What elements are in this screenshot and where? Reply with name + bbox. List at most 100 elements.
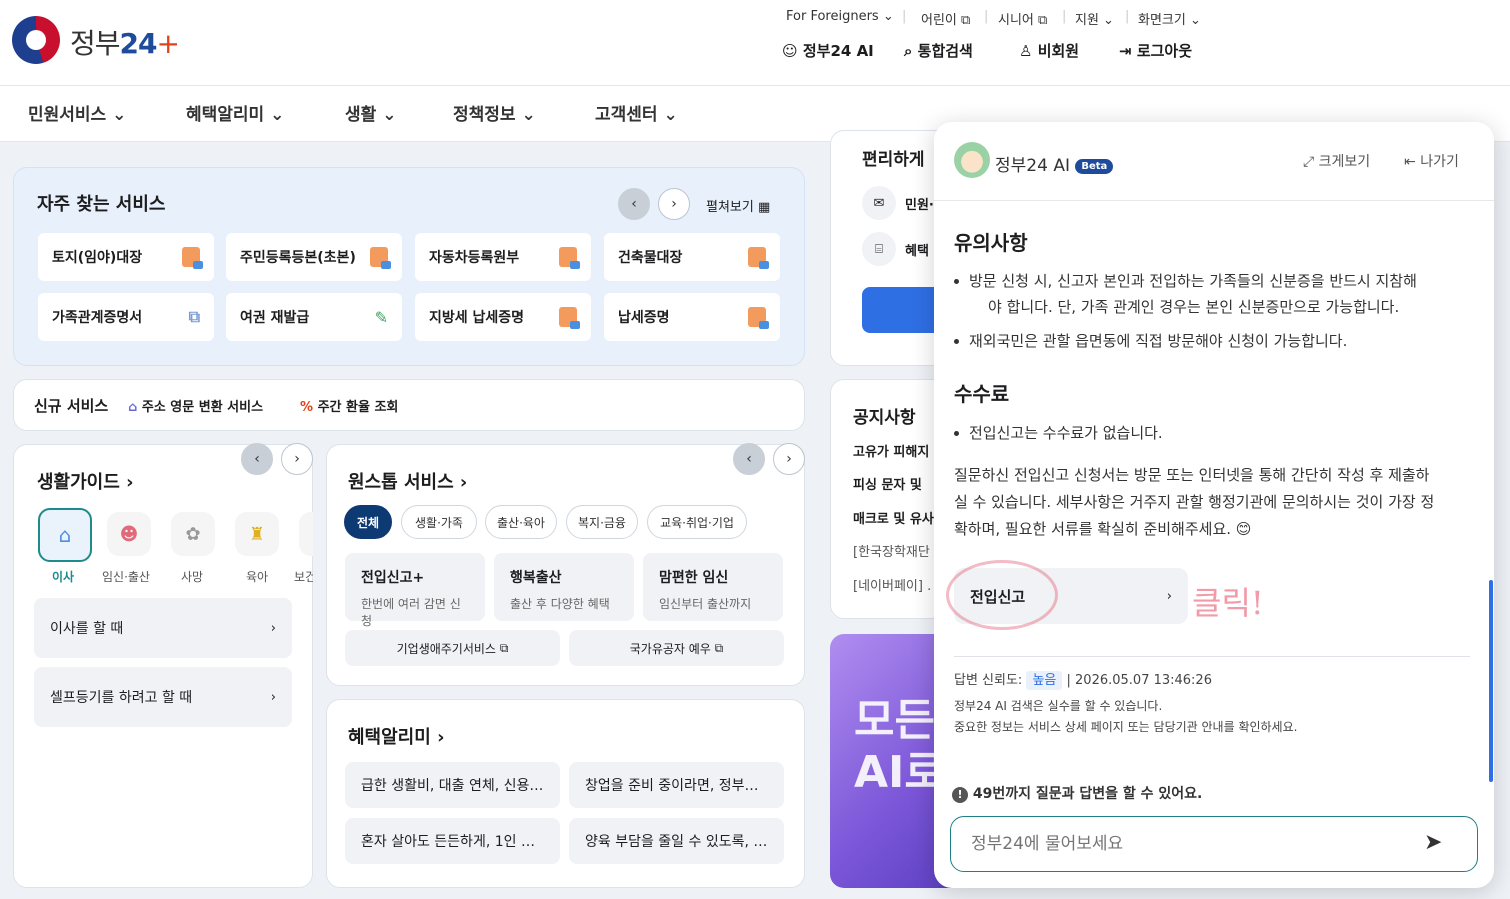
- for-foreigners-link[interactable]: For Foreigners ⌄: [786, 9, 894, 24]
- external-link-icon: ⧉: [499, 640, 509, 655]
- document-icon: [559, 307, 580, 329]
- notice-item[interactable]: 매크로 및 유사: [853, 508, 934, 527]
- service-tile[interactable]: 지방세 납세증명: [415, 293, 591, 341]
- stroller-icon: ♜: [248, 523, 266, 545]
- external-link-icon: ⧉: [188, 307, 200, 326]
- address-english-link[interactable]: ⌂ 주소 영문 변환 서비스: [128, 396, 263, 415]
- benefit-item[interactable]: 창업을 준비 중이라면, 정부…: [569, 762, 784, 808]
- service-tile[interactable]: 토지(임야)대장: [38, 233, 214, 281]
- benefit-item[interactable]: 급한 생활비, 대출 연체, 신용…: [345, 762, 560, 808]
- filter-life-family[interactable]: 생활·가족: [401, 505, 477, 539]
- expand-view-button[interactable]: ⤢ 크게보기: [1303, 151, 1370, 171]
- onestop-card-item[interactable]: 전입신고+ 한번에 여러 감면 신청: [345, 553, 485, 628]
- scrollbar-thumb[interactable]: [1489, 580, 1493, 782]
- guide-item[interactable]: 셀프등기를 하려고 할 때 ›: [34, 667, 292, 727]
- chevron-right-icon: ›: [671, 196, 677, 212]
- gift-icon: ⌸: [862, 232, 896, 266]
- category-label: 사망: [181, 570, 204, 584]
- flower-icon: ✿: [185, 523, 201, 545]
- nav-customer-center[interactable]: 고객센터 ⌄: [595, 100, 678, 125]
- notice-bullet-cont: 야 합니다. 단, 가족 관계인 경우는 본인 신분증만으로 가능합니다.: [988, 298, 1400, 316]
- category-health[interactable]: [299, 512, 313, 556]
- ai-question-input[interactable]: [950, 816, 1478, 872]
- filter-education[interactable]: 교육·취업·기업: [647, 505, 747, 539]
- nav-benefit-alerts[interactable]: 혜택알리미 ⌄: [186, 100, 284, 125]
- info-icon: !: [952, 787, 968, 803]
- fav-next-button[interactable]: ›: [658, 188, 690, 220]
- service-tile[interactable]: 주민등록등본(초본): [226, 233, 402, 281]
- category-pregnancy[interactable]: ☻: [107, 512, 151, 556]
- guide-next-button[interactable]: ›: [281, 443, 313, 475]
- document-icon: [370, 247, 391, 269]
- integrated-search-link[interactable]: ⌕ 통합검색: [904, 40, 973, 61]
- nav-policy-info[interactable]: 정책정보 ⌄: [453, 100, 536, 125]
- chevron-right-icon: ›: [270, 689, 276, 705]
- filter-childbirth[interactable]: 출산·육아: [485, 505, 557, 539]
- service-tile[interactable]: 납세증명: [604, 293, 780, 341]
- veterans-link[interactable]: 국가유공자 예우 ⧉: [569, 630, 784, 666]
- answer-paragraph: 질문하신 전입신고 신청서는 방문 또는 인터넷을 통해 간단히 작성 후 제출…: [954, 466, 1435, 538]
- service-tile[interactable]: 여권 재발급 ✎: [226, 293, 402, 341]
- notice-item[interactable]: [한국장학재단: [853, 541, 930, 560]
- government-logo-icon[interactable]: [12, 16, 60, 64]
- logout-link[interactable]: ⇥ 로그아웃: [1119, 40, 1192, 61]
- onestop-title[interactable]: 원스톱 서비스 ›: [348, 468, 467, 494]
- expand-button[interactable]: 펼쳐보기 ▦: [706, 196, 770, 215]
- reliability-badge: 높음: [1026, 671, 1063, 690]
- notice-item[interactable]: 고유가 피해지: [853, 441, 929, 460]
- exit-button[interactable]: ⇤ 나가기: [1404, 151, 1459, 171]
- divider: |: [1062, 9, 1067, 24]
- guide-prev-button[interactable]: ‹: [241, 443, 273, 475]
- benefit-item[interactable]: 혼자 살아도 든든하게, 1인 …: [345, 818, 560, 864]
- service-tile[interactable]: 자동차등록원부: [415, 233, 591, 281]
- new-services-label: 신규 서비스: [34, 397, 109, 415]
- convenience-item[interactable]: 혜택: [905, 240, 929, 259]
- category-moving[interactable]: ⌂: [38, 508, 92, 562]
- notice-item[interactable]: [네이버페이] .: [853, 575, 931, 594]
- senior-link[interactable]: 시니어 ⧉: [998, 9, 1047, 28]
- business-lifecycle-link[interactable]: 기업생애주기서비스 ⧉: [345, 630, 560, 666]
- click-annotation: 클릭!: [1192, 584, 1264, 622]
- question-limit-notice: ! 49번까지 질문과 답변을 할 수 있어요.: [952, 783, 1202, 803]
- benefit-alert-title[interactable]: 혜택알리미 ›: [348, 723, 445, 749]
- nav-life[interactable]: 생활 ⌄: [345, 100, 396, 125]
- mail-icon: ✉: [862, 186, 896, 220]
- notice-item[interactable]: 피싱 문자 및: [853, 474, 922, 493]
- notice-bullet: 재외국민은 관할 읍면동에 직접 방문해야 신청이 가능합니다.: [954, 327, 1472, 355]
- send-icon[interactable]: ➤: [1424, 830, 1442, 855]
- ai-panel-title: 정부24 AI Beta: [995, 151, 1114, 176]
- onestop-card-item[interactable]: 행복출산 출산 후 다양한 혜택: [494, 553, 634, 621]
- guide-item[interactable]: 이사를 할 때 ›: [34, 598, 292, 658]
- category-label: 이사: [52, 570, 75, 584]
- bullet: [954, 279, 959, 284]
- beta-badge: Beta: [1075, 158, 1114, 174]
- percent-icon: %: [300, 400, 314, 415]
- filter-all[interactable]: 전체: [344, 505, 392, 539]
- life-guide-title[interactable]: 생활가이드 ›: [37, 468, 134, 494]
- onestop-prev-button[interactable]: ‹: [733, 443, 765, 475]
- guest-link[interactable]: ♙ 비회원: [1019, 40, 1079, 61]
- service-tile[interactable]: 건축물대장: [604, 233, 780, 281]
- filter-welfare[interactable]: 복지·금융: [566, 505, 638, 539]
- onestop-next-button[interactable]: ›: [773, 443, 805, 475]
- service-tile[interactable]: 가족관계증명서 ⧉: [38, 293, 214, 341]
- support-menu[interactable]: 지원 ⌄: [1075, 9, 1114, 28]
- screen-size-menu[interactable]: 화면크기 ⌄: [1138, 9, 1201, 28]
- nav-civil-services[interactable]: 민원서비스 ⌄: [28, 100, 126, 125]
- category-death[interactable]: ✿: [171, 512, 215, 556]
- category-childcare[interactable]: ♜: [235, 512, 279, 556]
- fav-prev-button[interactable]: ‹: [618, 188, 650, 220]
- disclaimer: 정부24 AI 검색은 실수를 할 수 있습니다. 중요한 정보는 서비스 상세 …: [954, 699, 1298, 734]
- chevron-left-icon: ‹: [254, 451, 260, 467]
- site-logo[interactable]: 정부24+: [70, 22, 180, 62]
- divider: |: [902, 9, 907, 24]
- gov24-ai-link[interactable]: ☺ 정부24 AI: [782, 40, 874, 61]
- grid-icon: ▦: [757, 200, 771, 215]
- exchange-rate-link[interactable]: % 주간 환율 조회: [300, 396, 398, 415]
- category-label: 육아: [246, 570, 269, 584]
- chevron-right-icon: ›: [786, 451, 792, 467]
- benefit-item[interactable]: 양육 부담을 줄일 수 있도록, …: [569, 818, 784, 864]
- kids-link[interactable]: 어린이 ⧉: [921, 9, 970, 28]
- onestop-card-item[interactable]: 맘편한 임신 임신부터 출산까지: [643, 553, 783, 621]
- convenience-item[interactable]: 민원·: [905, 194, 934, 213]
